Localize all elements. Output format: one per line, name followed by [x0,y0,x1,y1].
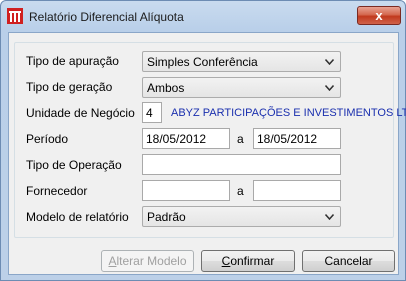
tipo-geracao-label: Tipo de geração [26,80,113,94]
tipo-geracao-select[interactable]: Ambos [142,77,341,98]
title-bar[interactable]: Relatório Diferencial Alíquota x [1,1,405,31]
filter-group: Tipo de apuração Simples Conferência Tip… [14,42,406,238]
unidade-negocio-name: ABYZ PARTICIPAÇÕES E INVESTIMENTOS LTDA [171,107,406,119]
dialog-window: Relatório Diferencial Alíquota x Tipo de… [0,0,406,281]
app-logo-icon [7,8,23,24]
fornecedor-separator: a [237,184,244,198]
tipo-operacao-input[interactable] [142,154,341,175]
periodo-from-value: 18/05/2012 [146,132,207,146]
confirmar-label: onfirmar [230,254,275,268]
unidade-negocio-code: 4 [146,106,153,120]
unidade-negocio-label: Unidade de Negócio [26,106,135,120]
close-icon: x [375,8,383,23]
tipo-apuracao-label: Tipo de apuração [26,54,119,68]
tipo-operacao-label: Tipo de Operação [26,158,122,172]
unidade-negocio-code-input[interactable]: 4 [142,102,162,123]
periodo-label: Período [26,132,69,146]
periodo-from-input[interactable]: 18/05/2012 [142,128,230,149]
modelo-relatorio-value: Padrão [147,210,186,224]
close-button[interactable]: x [357,6,401,25]
confirmar-button[interactable]: Confirmar [201,250,295,272]
tipo-geracao-value: Ambos [147,81,185,95]
modelo-relatorio-label: Modelo de relatório [26,210,129,224]
modelo-relatorio-select[interactable]: Padrão [142,206,341,227]
chevron-down-icon [325,59,334,65]
cancelar-label: Cancelar [324,254,373,268]
periodo-separator: a [237,132,244,146]
tipo-apuracao-select[interactable]: Simples Conferência [142,51,341,72]
alterar-modelo-label: lterar Modelo [116,254,187,268]
periodo-to-input[interactable]: 18/05/2012 [253,128,341,149]
fornecedor-from-input[interactable] [142,180,230,201]
dialog-body: Tipo de apuração Simples Conferência Tip… [8,32,406,275]
window-title: Relatório Diferencial Alíquota [29,10,184,24]
chevron-down-icon [325,85,334,91]
alterar-modelo-button[interactable]: Alterar Modelo [101,250,194,272]
fornecedor-label: Fornecedor [26,184,88,198]
chevron-down-icon [325,214,334,220]
cancelar-button[interactable]: Cancelar [302,250,395,272]
tipo-apuracao-value: Simples Conferência [147,55,258,69]
fornecedor-to-input[interactable] [253,180,341,201]
periodo-to-value: 18/05/2012 [257,132,318,146]
